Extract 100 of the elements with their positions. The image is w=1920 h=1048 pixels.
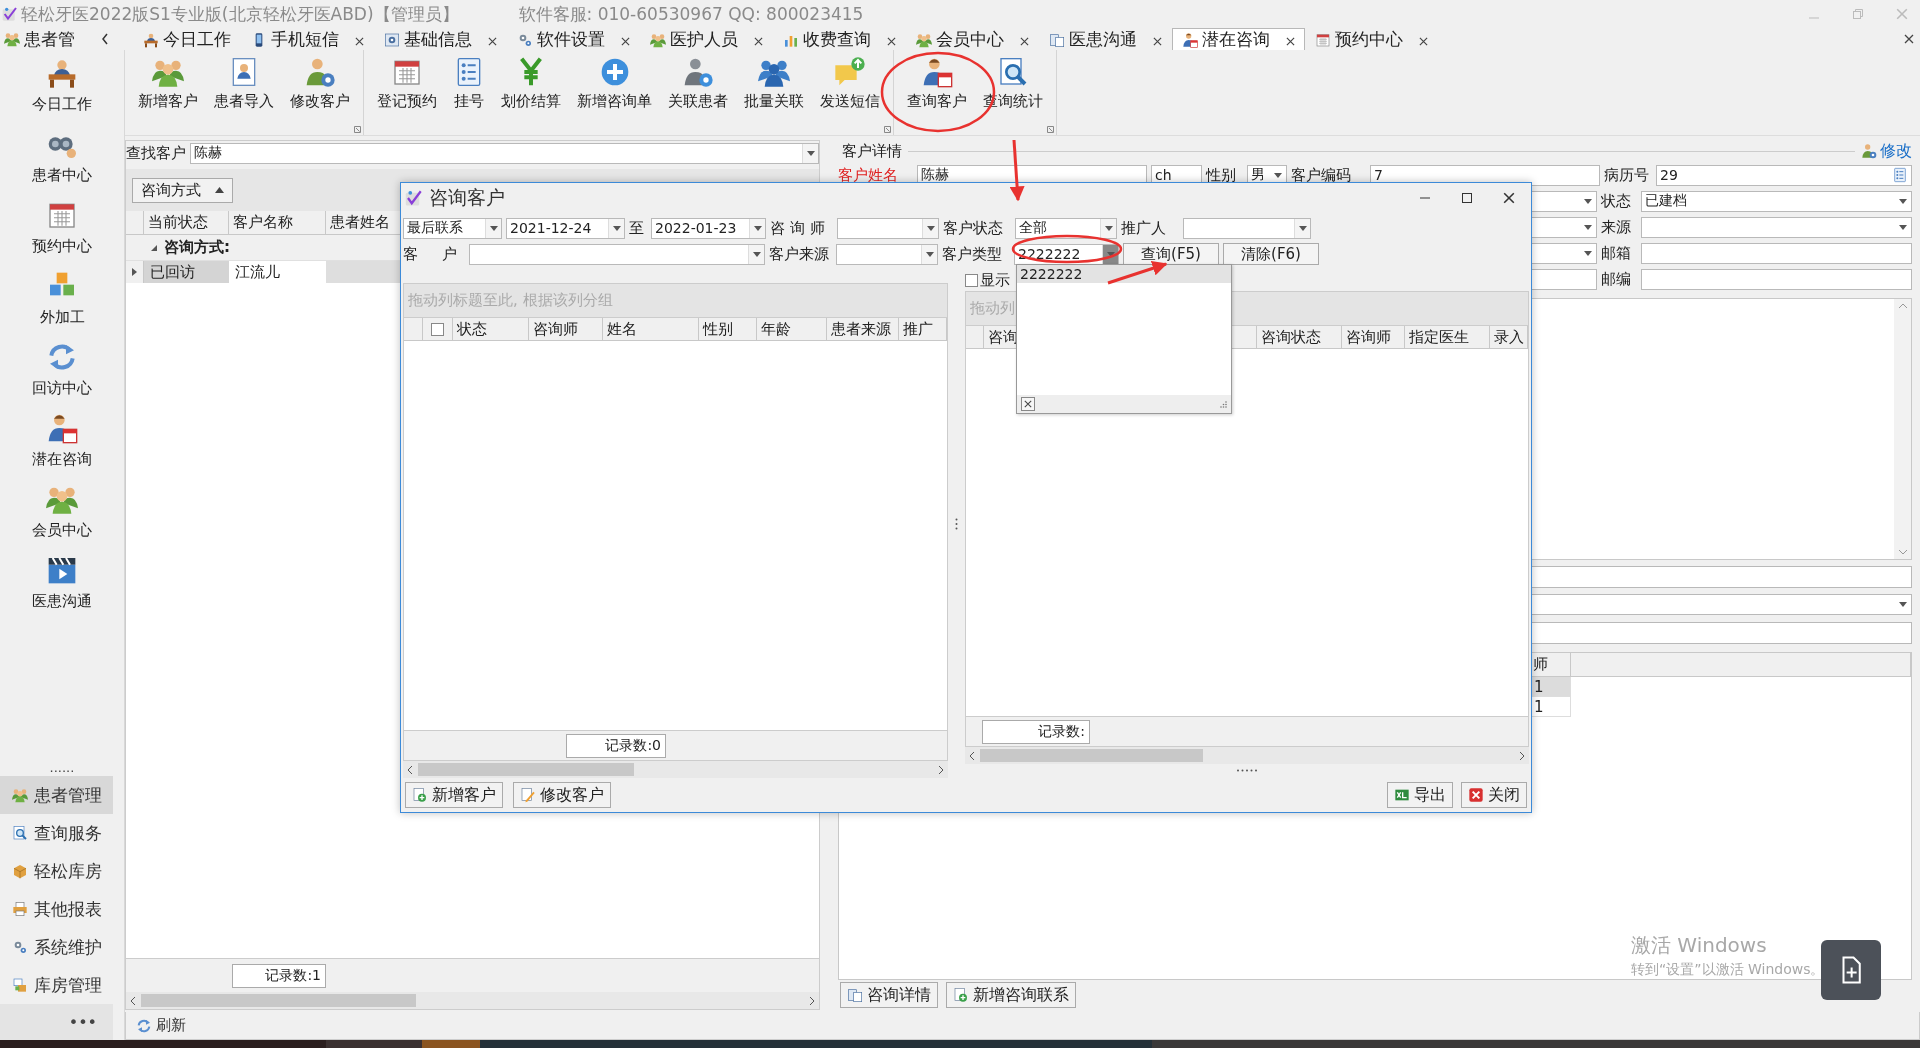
toolbar-button[interactable]: 新增咨询联系 xyxy=(946,982,1076,1008)
record-number-field[interactable]: 29 xyxy=(1656,164,1912,186)
sidebar-item[interactable]: 患者中心 xyxy=(0,121,124,192)
tab[interactable]: 收费查询 xyxy=(773,28,906,50)
search-field[interactable]: 陈赫 xyxy=(190,142,819,164)
sidebar-item[interactable]: 回访中心 xyxy=(0,334,124,405)
column-header[interactable]: 当前状态 xyxy=(144,211,229,234)
ribbon-button[interactable]: 发送短信 xyxy=(813,54,887,113)
date-field[interactable]: 2021-12-24 xyxy=(506,217,625,239)
resize-grip-icon[interactable] xyxy=(1220,400,1227,408)
checkbox[interactable] xyxy=(431,322,444,336)
source-dropdown[interactable] xyxy=(836,243,938,265)
column-header[interactable]: 咨询师 xyxy=(1342,326,1405,348)
column-header[interactable]: 指定医生 xyxy=(1405,326,1490,348)
ribbon-button[interactable]: 新增咨询单 xyxy=(570,54,659,113)
status-dropdown[interactable]: 全部 xyxy=(1015,217,1117,239)
sidebar-item[interactable]: 今日工作 xyxy=(0,50,124,121)
toolbar-button[interactable]: 修改客户 xyxy=(513,782,611,808)
sidebar-item[interactable]: 会员中心 xyxy=(0,476,124,547)
more-dots[interactable]: ...... xyxy=(0,764,124,776)
launcher-icon[interactable] xyxy=(1047,126,1054,133)
dropdown-option[interactable]: 2222222 xyxy=(1017,265,1231,283)
toolbar-button[interactable]: 导出 xyxy=(1387,782,1453,808)
tab[interactable]: 今日工作 xyxy=(133,28,241,50)
ribbon-button[interactable]: 患者导入 xyxy=(207,54,281,113)
dropdown-field[interactable] xyxy=(1641,216,1912,238)
ribbon-button[interactable]: 登记预约 xyxy=(370,54,444,113)
consultant-dropdown[interactable] xyxy=(837,217,939,239)
column-header[interactable]: 推广 xyxy=(899,318,947,340)
date-mode-dropdown[interactable]: 最后联系 xyxy=(403,217,502,239)
overflow-button[interactable]: ••• xyxy=(0,1004,113,1040)
nav-item[interactable]: 系统维护 xyxy=(0,928,113,966)
tab[interactable]: 医护人员 xyxy=(640,28,773,50)
collapse-chevron-icon[interactable] xyxy=(101,33,109,45)
tab[interactable]: 医患沟通 xyxy=(1039,28,1172,50)
ribbon-button[interactable]: 划价结算 xyxy=(494,54,568,113)
scroll-right-icon[interactable] xyxy=(1518,750,1526,761)
nav-item[interactable]: 库房管理 xyxy=(0,966,113,1004)
splitter-grip-icon[interactable] xyxy=(1236,769,1258,772)
restore-icon[interactable] xyxy=(1852,8,1864,20)
horizontal-scrollbar[interactable] xyxy=(965,747,1529,764)
column-header[interactable]: 咨询状态 xyxy=(1257,326,1342,348)
nav-item[interactable]: 查询服务 xyxy=(0,814,113,852)
column-header[interactable]: 性别 xyxy=(699,318,757,340)
maximize-icon[interactable] xyxy=(1461,192,1473,204)
column-header[interactable]: 客户名称 xyxy=(229,211,326,234)
tab[interactable]: 潜在咨询 xyxy=(1172,28,1305,50)
toolbar-button[interactable]: 新增客户 xyxy=(405,782,503,808)
date-field[interactable]: 2022-01-23 xyxy=(651,217,766,239)
floating-action-button[interactable] xyxy=(1821,940,1881,1000)
toolbar-button[interactable]: 关闭 xyxy=(1461,782,1527,808)
input-field[interactable] xyxy=(1641,268,1912,290)
ribbon-button[interactable]: 查询客户 xyxy=(900,54,974,113)
scroll-down-icon[interactable] xyxy=(1897,549,1908,555)
column-header[interactable]: 患者来源 xyxy=(827,318,899,340)
scroll-left-icon[interactable] xyxy=(968,750,976,761)
tab[interactable]: 会员中心 xyxy=(906,28,1039,50)
scroll-right-icon[interactable] xyxy=(808,995,816,1006)
sidebar-item[interactable]: 潜在咨询 xyxy=(0,405,124,476)
ribbon-button[interactable]: 关联患者 xyxy=(661,54,735,113)
column-header[interactable]: 姓名 xyxy=(603,318,699,340)
customer-dropdown[interactable] xyxy=(469,243,765,265)
launcher-icon[interactable] xyxy=(884,126,891,133)
horizontal-scrollbar[interactable] xyxy=(403,761,948,778)
nav-item[interactable]: 轻松库房 xyxy=(0,852,113,890)
ribbon-button[interactable]: 批量关联 xyxy=(737,54,811,113)
scroll-left-icon[interactable] xyxy=(406,764,414,775)
query-button[interactable]: 查询(F5) xyxy=(1123,243,1219,265)
column-header[interactable]: 年龄 xyxy=(757,318,827,340)
splitter-grip-icon[interactable] xyxy=(955,517,958,530)
toolbar-button[interactable]: 咨询详情 xyxy=(840,982,938,1008)
horizontal-scrollbar[interactable] xyxy=(126,992,819,1009)
input-field[interactable] xyxy=(1641,242,1912,264)
vertical-scrollbar[interactable] xyxy=(1894,299,1911,559)
edit-link[interactable]: 修改 xyxy=(1861,140,1912,162)
launcher-icon[interactable] xyxy=(354,126,361,133)
sidebar-item[interactable]: 外加工 xyxy=(0,263,124,334)
ribbon-button[interactable]: 挂号 xyxy=(446,54,492,113)
sidebar-item[interactable]: 医患沟通 xyxy=(0,547,124,618)
tab[interactable]: 预约中心 xyxy=(1305,28,1438,50)
clear-button[interactable]: 清除(F6) xyxy=(1223,243,1319,265)
nav-item[interactable]: 其他报表 xyxy=(0,890,113,928)
scroll-right-icon[interactable] xyxy=(937,764,945,775)
tab[interactable]: 软件设置 xyxy=(507,28,640,50)
column-header[interactable]: 录入 xyxy=(1490,326,1528,348)
group-chip[interactable]: 咨询方式 xyxy=(132,177,233,203)
nav-item[interactable]: 患者管理 xyxy=(0,776,113,814)
column-header[interactable]: 咨询师 xyxy=(529,318,603,340)
ribbon-button[interactable]: 新增客户 xyxy=(131,54,205,113)
sidebar-item[interactable]: 预约中心 xyxy=(0,192,124,263)
dropdown-field[interactable]: 已建档 xyxy=(1641,190,1912,212)
promoter-dropdown[interactable] xyxy=(1183,217,1311,239)
scroll-up-icon[interactable] xyxy=(1897,303,1908,309)
scroll-left-icon[interactable] xyxy=(129,995,137,1006)
ribbon-button[interactable]: 修改客户 xyxy=(283,54,357,113)
tab[interactable]: 手机短信 xyxy=(241,28,374,50)
checkbox[interactable] xyxy=(965,273,978,287)
refresh-button[interactable]: 刷新 xyxy=(130,1015,192,1036)
clear-selection-button[interactable] xyxy=(1021,397,1035,411)
tab[interactable]: 基础信息 xyxy=(374,28,507,50)
